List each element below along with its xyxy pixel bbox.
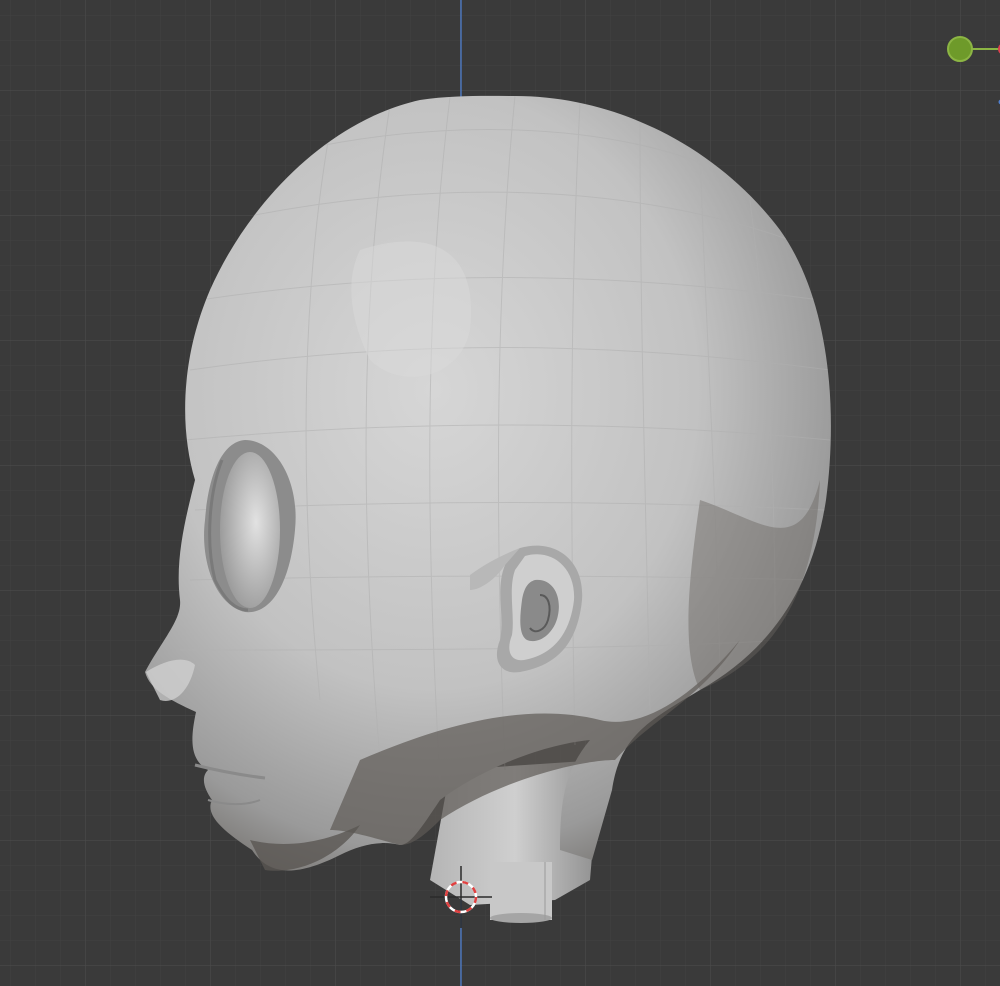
- gizmo-y-axis-icon: [947, 36, 973, 62]
- 3d-viewport[interactable]: [0, 0, 1000, 986]
